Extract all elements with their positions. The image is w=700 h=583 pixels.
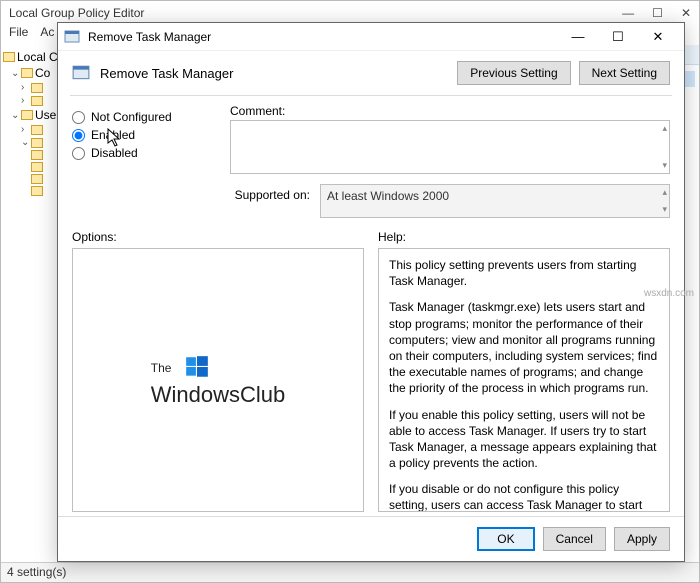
policy-icon (72, 64, 90, 82)
chevron-right-icon[interactable]: › (21, 95, 29, 106)
radio-enabled-input[interactable] (72, 129, 85, 142)
supported-value: At least Windows 2000 ▴ ▾ (320, 184, 670, 218)
folder-icon (31, 96, 43, 106)
options-label: Options: (72, 230, 364, 244)
scroll-down-icon[interactable]: ▾ (662, 160, 667, 171)
folder-icon (31, 162, 43, 172)
dialog-min-button[interactable]: — (558, 25, 598, 49)
folder-icon (31, 138, 43, 148)
help-panel[interactable]: This policy setting prevents users from … (378, 248, 670, 512)
folder-icon (31, 186, 43, 196)
next-setting-button[interactable]: Next Setting (579, 61, 670, 85)
watermark-line1: The (151, 361, 172, 375)
folder-icon (21, 68, 33, 78)
folder-icon (31, 150, 43, 160)
supported-text: At least Windows 2000 (327, 189, 449, 203)
radio-disabled[interactable]: Disabled (72, 146, 212, 160)
policy-heading: Remove Task Manager (100, 66, 233, 81)
radio-not-configured-input[interactable] (72, 111, 85, 124)
policy-dialog: Remove Task Manager — ☐ ✕ Remove Task Ma… (57, 22, 685, 562)
folder-icon (31, 174, 43, 184)
tree-node[interactable]: Use (35, 108, 56, 122)
radio-label: Not Configured (91, 110, 172, 124)
comment-input[interactable]: ▴ ▾ (230, 120, 670, 174)
radio-label: Enabled (91, 128, 135, 142)
previous-setting-button[interactable]: Previous Setting (457, 61, 570, 85)
watermark: The WindowsClub (151, 350, 286, 409)
scroll-up-icon[interactable]: ▴ (662, 187, 667, 198)
dialog-footer: OK Cancel Apply (58, 516, 684, 561)
dialog-title: Remove Task Manager (88, 30, 211, 44)
folder-icon (31, 125, 43, 135)
policy-tree[interactable]: Local C ⌄ Co › › ⌄ Use › ⌄ (1, 45, 61, 582)
chevron-down-icon[interactable]: ⌄ (11, 110, 19, 121)
folder-icon (21, 110, 33, 120)
chevron-down-icon[interactable]: ⌄ (11, 68, 19, 79)
policy-icon (3, 52, 15, 62)
radio-disabled-input[interactable] (72, 147, 85, 160)
help-paragraph: This policy setting prevents users from … (389, 257, 659, 289)
chevron-down-icon[interactable]: ⌄ (21, 137, 29, 148)
cancel-button[interactable]: Cancel (543, 527, 606, 551)
chevron-right-icon[interactable]: › (21, 82, 29, 93)
status-bar: 4 setting(s) (1, 562, 699, 582)
watermark-line2: WindowsClub (151, 380, 286, 410)
status-text: 4 setting(s) (7, 565, 66, 579)
help-paragraph: Task Manager (taskmgr.exe) lets users st… (389, 299, 659, 396)
scroll-up-icon[interactable]: ▴ (662, 123, 667, 134)
gpedit-title: Local Group Policy Editor (9, 6, 144, 20)
windows-logo-icon (184, 354, 210, 380)
help-label: Help: (378, 230, 670, 244)
dialog-titlebar[interactable]: Remove Task Manager — ☐ ✕ (58, 23, 684, 51)
scroll-down-icon[interactable]: ▾ (662, 204, 667, 215)
policy-icon (64, 29, 80, 45)
state-radios: Not Configured Enabled Disabled (72, 104, 212, 218)
comment-label: Comment: (230, 104, 670, 118)
chevron-right-icon[interactable]: › (21, 124, 29, 135)
help-paragraph: If you disable or do not configure this … (389, 481, 659, 512)
menu-file[interactable]: File (9, 25, 28, 45)
gpedit-close-button[interactable]: ✕ (681, 6, 691, 20)
dialog-close-button[interactable]: ✕ (638, 25, 678, 49)
radio-label: Disabled (91, 146, 138, 160)
apply-button[interactable]: Apply (614, 527, 670, 551)
folder-icon (31, 83, 43, 93)
gpedit-max-button[interactable]: ☐ (652, 6, 663, 20)
site-watermark: wsxdn.com (644, 288, 694, 299)
radio-enabled[interactable]: Enabled (72, 128, 212, 142)
options-panel: The WindowsClub (72, 248, 364, 512)
help-paragraph: If you enable this policy setting, users… (389, 407, 659, 472)
gpedit-min-button[interactable]: — (622, 6, 634, 20)
tree-node[interactable]: Co (35, 66, 50, 80)
tree-root[interactable]: Local C (17, 50, 58, 64)
supported-label: Supported on: (230, 184, 310, 202)
dialog-max-button[interactable]: ☐ (598, 25, 638, 49)
menu-action[interactable]: Ac (40, 25, 54, 45)
radio-not-configured[interactable]: Not Configured (72, 110, 212, 124)
ok-button[interactable]: OK (477, 527, 534, 551)
